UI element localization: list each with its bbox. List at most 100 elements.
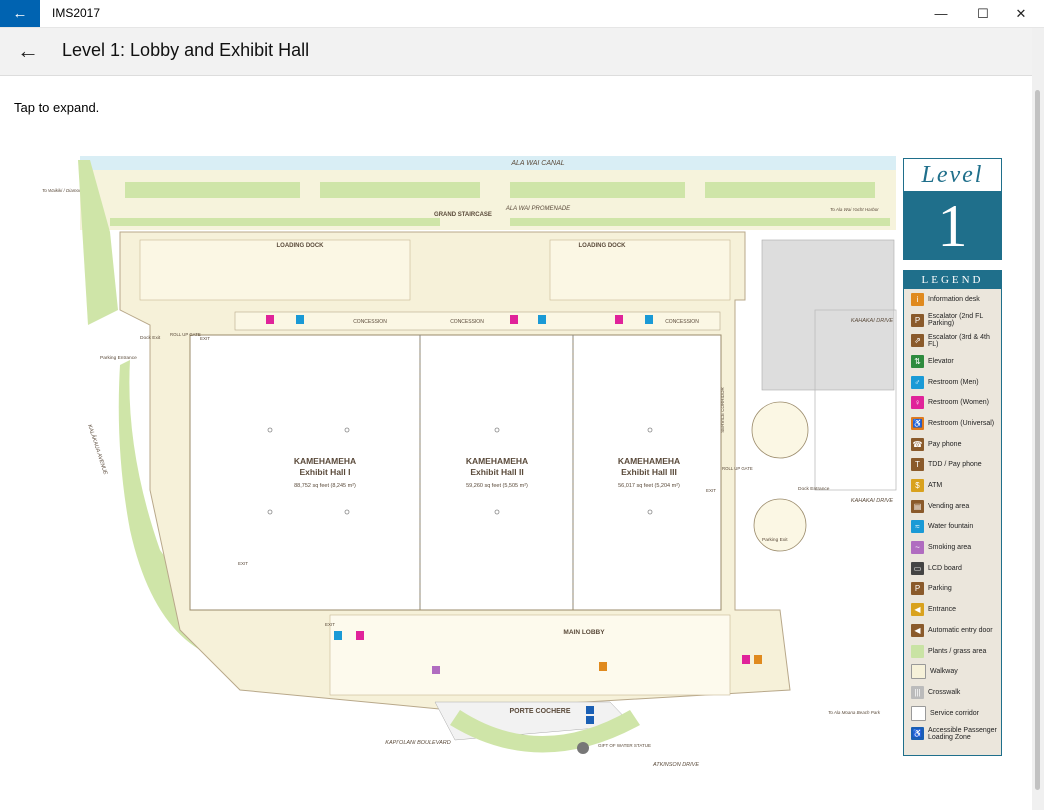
legend-item: ♿ Restroom (Universal) — [904, 413, 1001, 434]
legend-item: T TDD / Pay phone — [904, 455, 1001, 476]
grass-area — [705, 182, 875, 198]
loading-dock-left-label: LOADING DOCK — [277, 243, 325, 249]
exit-label: EXIT — [325, 622, 335, 627]
legend-label: Restroom (Women) — [928, 399, 989, 407]
legend-label: Pay phone — [928, 440, 962, 448]
legend-item: ~ Smoking area — [904, 537, 1001, 558]
legend-item: ||| Crosswalk — [904, 682, 1001, 703]
roll-up-gate-label: ROLL UP GATE — [722, 466, 753, 471]
hall-1-subtitle: Exhibit Hall I — [299, 467, 350, 477]
window-back-button[interactable]: ← — [0, 0, 40, 27]
service-corridor-label: SERVICE CORRIDOR — [720, 387, 725, 433]
legend-swatch-icon: ⇗ — [911, 334, 924, 348]
dock-exit-label: Dock Exit — [140, 335, 161, 341]
loading-dock-area — [139, 239, 411, 301]
atkinson-drive-label: ATKINSON DRIVE — [652, 762, 699, 768]
legend-item: ◀ Entrance — [904, 599, 1001, 620]
legend-item: ☎ Pay phone — [904, 434, 1001, 455]
hall-1-name: KAMEHAMEHA — [294, 456, 356, 466]
legend-label: Crosswalk — [928, 688, 961, 696]
legend-item: ⇗ Escalator (3rd & 4th FL) — [904, 330, 1001, 351]
legend-item: Plants / grass area — [904, 641, 1001, 662]
page-header: ← Level 1: Lobby and Exhibit Hall — [0, 28, 1032, 76]
legend-item: $ ATM — [904, 475, 1001, 496]
legend-label: Plants / grass area — [928, 647, 987, 655]
legend-item: ≈ Water fountain — [904, 517, 1001, 538]
level-number: 1 — [904, 191, 1001, 259]
legend-swatch-icon: ▤ — [911, 499, 924, 513]
legend-swatch-icon: ⇅ — [911, 354, 924, 368]
vertical-scrollbar[interactable] — [1032, 28, 1044, 810]
tap-to-expand-hint: Tap to expand. — [14, 100, 100, 115]
close-button[interactable]: ✕ — [998, 0, 1044, 27]
legend-swatch-icon: T — [911, 458, 924, 472]
minimize-button[interactable]: — — [918, 0, 964, 27]
legend-label: ATM — [928, 482, 943, 490]
legend-item: Service corridor — [904, 703, 1001, 724]
legend-label: Parking — [928, 585, 952, 593]
legend-item: ▤ Vending area — [904, 496, 1001, 517]
hall-2-name: KAMEHAMEHA — [466, 456, 528, 466]
legend-item: Walkway — [904, 661, 1001, 682]
parking-ramp — [753, 498, 807, 552]
legend-swatch-icon — [911, 664, 926, 680]
legend-item: ▭ LCD board — [904, 558, 1001, 579]
legend-swatch-icon: ♀ — [911, 396, 924, 410]
legend-heading: LEGEND — [904, 271, 1001, 289]
kalakaua-avenue-label: KALĀKAUA AVENUE — [86, 423, 109, 475]
parking-entrance-label: Parking Entrance — [100, 355, 137, 361]
legend-item: ◀ Automatic entry door — [904, 620, 1001, 641]
floor-map[interactable]: ALA WAI CANAL ALA WAI PROMENADE GRAND ST… — [0, 150, 1030, 810]
kahakai-drive-label: KAHAKAI DRIVE — [851, 498, 894, 504]
legend-item: ⇅ Elevator — [904, 351, 1001, 372]
page-back-button[interactable]: ← — [14, 38, 42, 64]
hall-3-size: 56,017 sq feet (5,204 m²) — [618, 483, 680, 489]
concession-label: CONCESSION — [353, 319, 387, 325]
legend-item: P Parking — [904, 579, 1001, 600]
legend-label: Restroom (Men) — [928, 378, 979, 386]
exit-label: EXIT — [238, 561, 248, 566]
legend-swatch-icon: ◀ — [911, 603, 924, 617]
grass-area — [510, 182, 685, 198]
legend-item: ♿ Accessible Passenger Loading Zone — [904, 723, 1001, 744]
gift-of-water-label: GIFT OF WATER STATUE — [598, 743, 651, 748]
legend-item: ♂ Restroom (Men) — [904, 372, 1001, 393]
grand-staircase-label: GRAND STAIRCASE — [434, 212, 492, 218]
legend-swatch-icon: $ — [911, 479, 924, 493]
exit-label: EXIT — [200, 336, 210, 341]
loading-dock-right-label: LOADING DOCK — [579, 243, 627, 249]
window-title: IMS2017 — [52, 6, 101, 20]
promenade-label: ALA WAI PROMENADE — [505, 206, 571, 212]
legend-label: Escalator (2nd FL Parking) — [928, 313, 983, 328]
main-lobby[interactable] — [329, 614, 731, 696]
legend-swatch-icon: P — [911, 313, 924, 327]
legend-swatch-icon: P — [911, 582, 924, 596]
parking-ramp — [751, 401, 809, 459]
scrollbar-thumb[interactable] — [1035, 90, 1040, 790]
porte-cochere-label: PORTE COCHERE — [509, 708, 570, 715]
legend-label: Accessible Passenger Loading Zone — [928, 726, 997, 741]
parking-exit-label: Parking Exit — [762, 537, 788, 543]
level-indicator: Level 1 — [903, 158, 1002, 260]
legend-swatch-icon: ♂ — [911, 375, 924, 389]
kapiolani-boulevard-label: KAPIʻOLANI BOULEVARD — [385, 739, 450, 746]
roll-up-gate-label: ROLL UP GATE — [170, 332, 201, 337]
legend-label: Entrance — [928, 606, 957, 614]
back-arrow-icon: ← — [12, 5, 28, 22]
legend-label: Walkway — [930, 668, 958, 676]
legend-label: Automatic entry door — [928, 626, 993, 634]
grass-area — [125, 182, 300, 198]
legend-label: Service corridor — [930, 709, 980, 717]
dock-entrance-label: Dock Entrance — [798, 486, 830, 492]
legend-swatch-icon: ♿ — [911, 416, 924, 430]
to-ala-moana-label: To Ala Moana Beach Park — [828, 710, 881, 715]
concession-label: CONCESSION — [450, 319, 484, 325]
hall-2-subtitle: Exhibit Hall II — [470, 467, 523, 477]
legend-swatch-icon — [911, 644, 924, 658]
kahakai-drive-label: KAHAKAI DRIVE — [851, 318, 894, 324]
canal — [80, 156, 896, 170]
legend-label: Smoking area — [928, 544, 972, 552]
parking-structure — [761, 239, 895, 391]
gift-of-water-statue-icon — [577, 742, 589, 754]
legend-swatch-icon: ≈ — [911, 520, 924, 534]
